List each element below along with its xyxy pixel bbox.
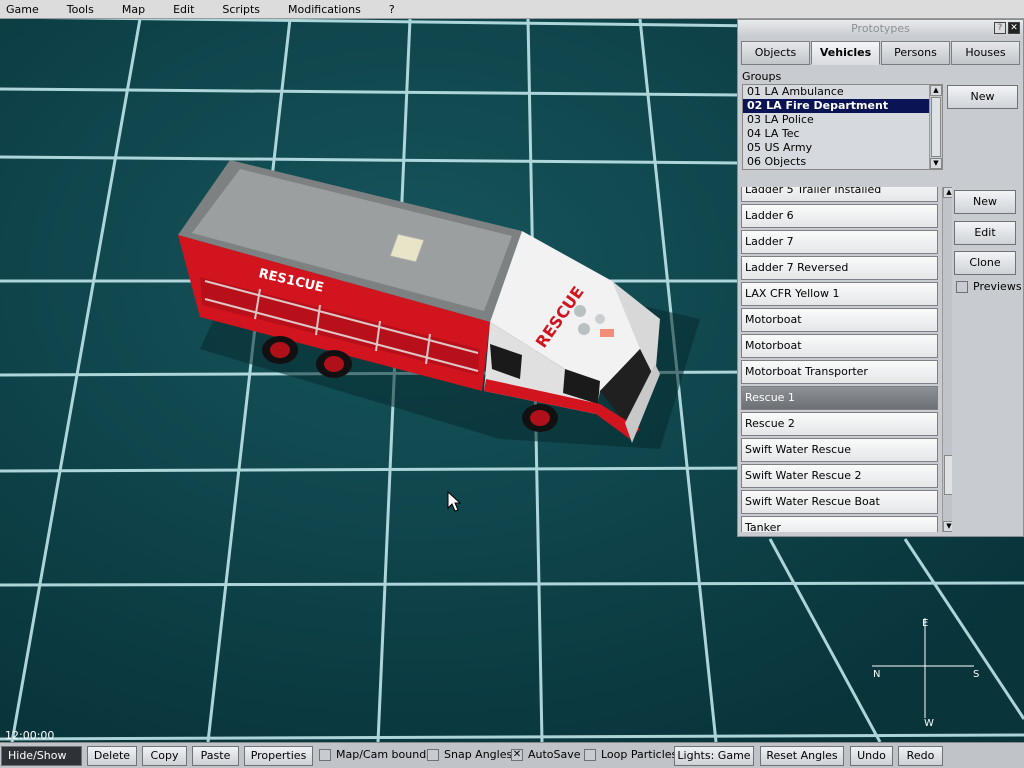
previews-checkbox[interactable] (956, 280, 968, 293)
game-clock: 12:00:00 (5, 729, 55, 742)
map-cam-bounds-toggle[interactable]: Map/Cam bounds (319, 748, 432, 761)
loop-particles-toggle[interactable]: Loop Particles (584, 748, 677, 761)
bottom-toolbar: Hide/Show Delete Copy Paste Properties M… (0, 742, 1024, 768)
group-new-button[interactable]: New (947, 85, 1018, 109)
vehicle-item[interactable]: Motorboat Transporter (741, 360, 938, 384)
map-cam-bounds-checkbox[interactable] (319, 748, 331, 761)
autosave-checkbox[interactable]: ✕ (511, 748, 523, 761)
previews-checkbox-row[interactable]: Previews (956, 280, 1022, 293)
vehicle-clone-button[interactable]: Clone (954, 251, 1016, 275)
menu-map[interactable]: Map (116, 3, 145, 16)
snap-angles-toggle[interactable]: Snap Angles (427, 748, 512, 761)
vehicle-item[interactable]: LAX CFR Yellow 1 (741, 282, 938, 306)
group-item[interactable]: 03 LA Police (743, 113, 929, 127)
copy-button[interactable]: Copy (142, 746, 187, 766)
undo-button[interactable]: Undo (850, 746, 893, 766)
hide-show-button[interactable]: Hide/Show (1, 746, 82, 766)
menu-edit[interactable]: Edit (167, 3, 194, 16)
loop-particles-checkbox[interactable] (584, 748, 596, 761)
vehicle-item[interactable]: Motorboat (741, 334, 938, 358)
redo-button[interactable]: Redo (898, 746, 943, 766)
menu-tools[interactable]: Tools (61, 3, 94, 16)
properties-button[interactable]: Properties (244, 746, 313, 766)
vehicle-edit-button[interactable]: Edit (954, 221, 1016, 245)
vehicle-item[interactable]: Ladder 7 (741, 230, 938, 254)
menu-modifications[interactable]: Modifications (282, 3, 361, 16)
reset-angles-button[interactable]: Reset Angles (760, 746, 844, 766)
vehicles-scroll-thumb[interactable] (944, 455, 952, 495)
vehicle-item[interactable]: Swift Water Rescue 2 (741, 464, 938, 488)
compass-north: N (873, 669, 881, 680)
groups-scrollbar[interactable]: ▲ ▼ (929, 85, 942, 169)
tab-vehicles[interactable]: Vehicles (811, 41, 880, 65)
vehicle-item[interactable]: Rescue 2 (741, 412, 938, 436)
tab-houses[interactable]: Houses (951, 41, 1020, 65)
panel-close-button[interactable]: ✕ (1008, 22, 1020, 34)
vehicle-item[interactable]: Swift Water Rescue Boat (741, 490, 938, 514)
panel-title-bar[interactable]: Prototypes ? ✕ (738, 20, 1023, 37)
vehicle-item[interactable]: Ladder 6 (741, 204, 938, 228)
loop-particles-label: Loop Particles (601, 748, 678, 761)
scroll-down-icon[interactable]: ▼ (943, 521, 952, 532)
delete-button[interactable]: Delete (87, 746, 137, 766)
snap-angles-checkbox[interactable] (427, 748, 439, 761)
vehicle-item[interactable]: Swift Water Rescue (741, 438, 938, 462)
vehicle-new-button[interactable]: New (954, 190, 1016, 214)
panel-help-button[interactable]: ? (994, 22, 1006, 34)
menu-scripts[interactable]: Scripts (216, 3, 260, 16)
mouse-pointer-icon (447, 490, 462, 512)
scroll-down-icon[interactable]: ▼ (930, 158, 942, 169)
panel-title: Prototypes (851, 22, 910, 35)
lights-button[interactable]: Lights: Game (674, 746, 754, 766)
snap-angles-label: Snap Angles (444, 748, 513, 761)
scroll-up-icon[interactable]: ▲ (930, 85, 942, 96)
prototypes-panel: Prototypes ? ✕ Objects Vehicles Persons … (737, 19, 1024, 537)
autosave-label: AutoSave (528, 748, 581, 761)
previews-label: Previews (973, 280, 1022, 293)
vehicle-item-selected[interactable]: Rescue 1 (741, 386, 938, 410)
vehicle-item[interactable]: Motorboat (741, 308, 938, 332)
paste-button[interactable]: Paste (192, 746, 239, 766)
compass: E N S W (872, 618, 982, 730)
group-item[interactable]: 06 Objects (743, 155, 929, 169)
tab-persons[interactable]: Persons (881, 41, 950, 65)
menu-help[interactable]: ? (383, 3, 395, 16)
groups-list: 01 LA Ambulance 02 LA Fire Department 03… (742, 84, 943, 170)
menu-game[interactable]: Game (0, 3, 39, 16)
tab-objects[interactable]: Objects (741, 41, 810, 65)
vehicle-item[interactable]: Tanker (741, 516, 938, 532)
group-item-selected[interactable]: 02 LA Fire Department (743, 99, 929, 113)
compass-east: E (922, 618, 929, 629)
autosave-toggle[interactable]: ✕ AutoSave (511, 748, 581, 761)
compass-south: S (973, 669, 980, 680)
group-item[interactable]: 05 US Army (743, 141, 929, 155)
groups-label: Groups (742, 70, 782, 83)
map-cam-bounds-label: Map/Cam bounds (336, 748, 432, 761)
vehicle-item[interactable]: Ladder 5 Trailer Installed (741, 187, 938, 202)
group-item[interactable]: 01 LA Ambulance (743, 85, 929, 99)
vehicle-item[interactable]: Ladder 7 Reversed (741, 256, 938, 280)
scroll-up-icon[interactable]: ▲ (943, 187, 952, 198)
groups-scroll-thumb[interactable] (931, 97, 941, 157)
compass-cross-icon (872, 618, 974, 718)
compass-west: W (924, 718, 934, 729)
vehicles-list: Ladder 5 Trailer Installed Ladder 6 Ladd… (741, 187, 952, 532)
group-item[interactable]: 04 LA Tec (743, 127, 929, 141)
vehicles-scrollbar[interactable]: ▲ ▼ (942, 187, 952, 532)
panel-tabs: Objects Vehicles Persons Houses (741, 41, 1021, 65)
menu-bar: Game Tools Map Edit Scripts Modification… (0, 0, 1024, 19)
